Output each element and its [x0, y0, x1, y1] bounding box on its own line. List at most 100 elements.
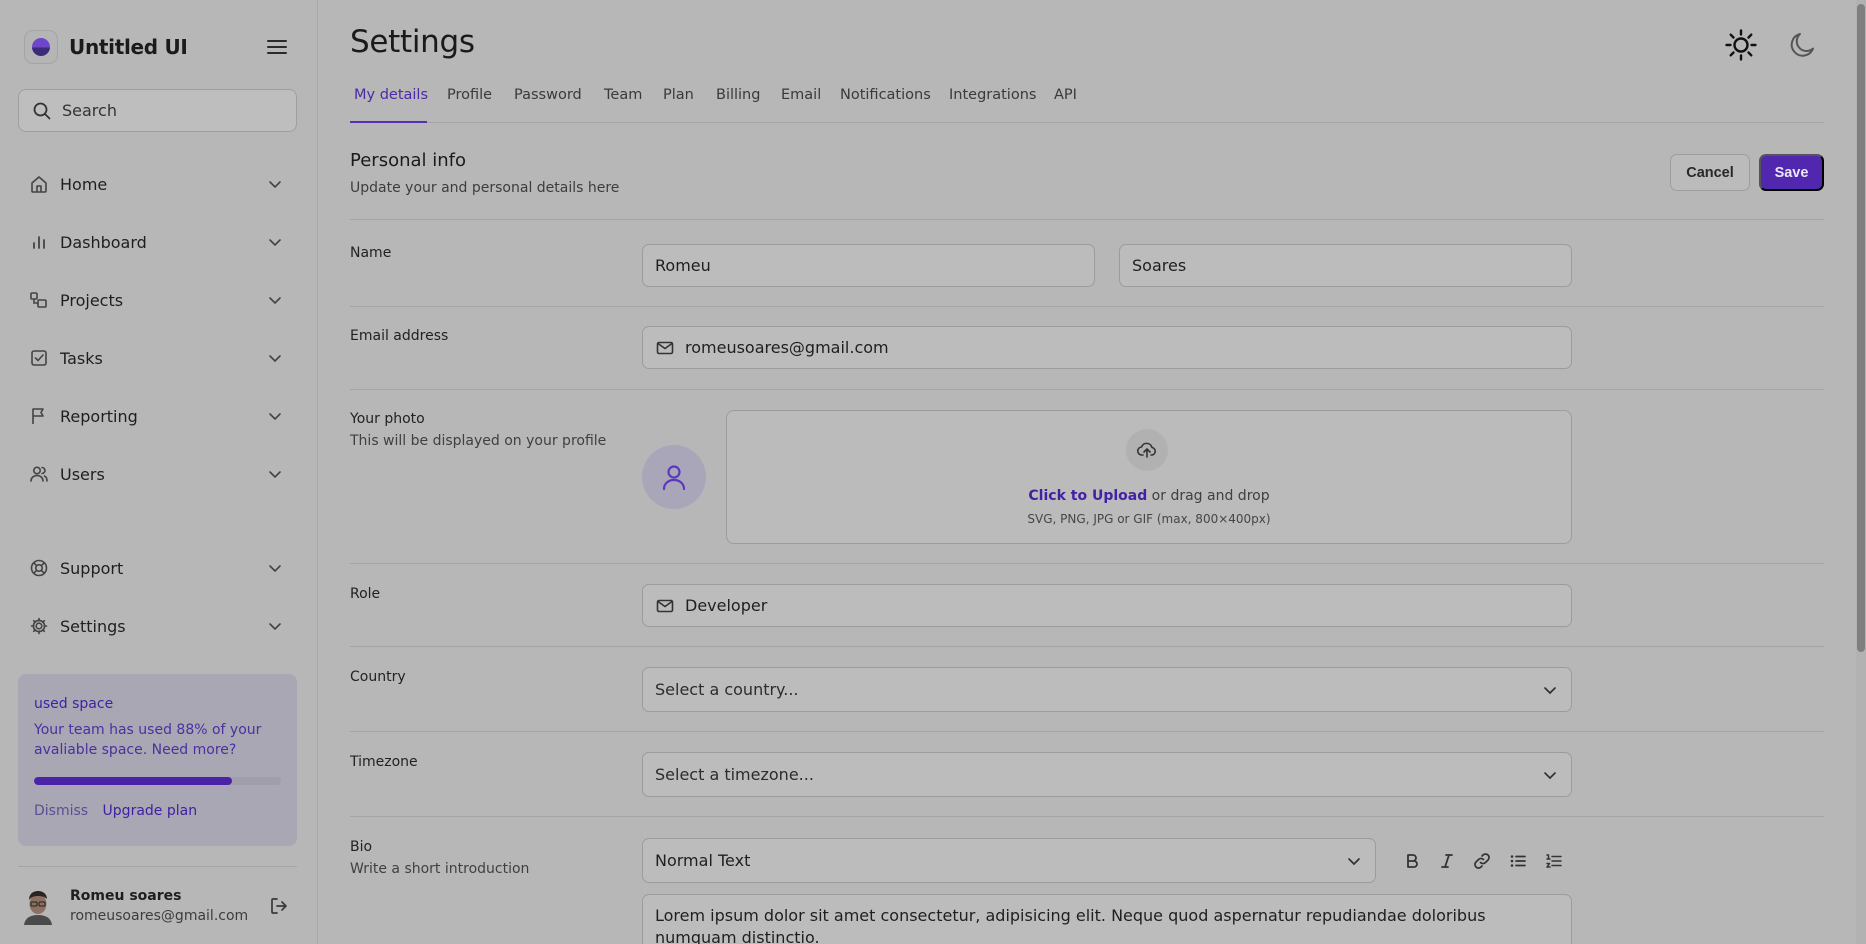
link-icon[interactable] — [1472, 851, 1492, 871]
sidebar-item-home[interactable]: Home — [0, 162, 318, 206]
sidebar-item-reporting[interactable]: Reporting — [0, 394, 318, 438]
divider — [350, 646, 1824, 647]
tab-integrations[interactable]: Integrations — [949, 87, 1036, 103]
upload-hint: SVG, PNG, JPG or GIF (max, 800×400px) — [1027, 512, 1271, 526]
email-field[interactable]: romeusoares@gmail.com — [642, 326, 1572, 369]
sidebar-item-label: Projects — [60, 290, 124, 310]
settings-tabs: My details Profile Password Team Plan Bi… — [350, 85, 1824, 123]
chevron-down-icon — [269, 623, 281, 631]
divider — [350, 563, 1824, 564]
life-buoy-icon — [30, 559, 48, 577]
tab-profile[interactable]: Profile — [447, 87, 492, 103]
click-to-upload-link[interactable]: Click to Upload — [1028, 488, 1147, 504]
page-title: Settings — [350, 24, 475, 60]
country-select[interactable]: Select a country... — [642, 667, 1572, 712]
avatar[interactable] — [21, 887, 55, 925]
bio-textarea[interactable]: Lorem ipsum dolor sit amet consectetur, … — [642, 894, 1572, 944]
chevron-down-icon — [1348, 858, 1360, 866]
role-value: Developer — [685, 596, 768, 615]
search-input[interactable]: Search — [18, 89, 297, 132]
sidebar-item-users[interactable]: Users — [0, 452, 318, 496]
app-logo[interactable]: Untitled UI — [24, 30, 188, 64]
role-field[interactable]: Developer — [642, 584, 1572, 627]
usage-card-title: used space — [34, 696, 114, 712]
section-title: Personal info — [350, 150, 466, 171]
usage-card: used space Your team has used 88% of you… — [18, 674, 297, 846]
sidebar-item-label: Settings — [60, 616, 126, 636]
usage-progress-fill — [34, 777, 232, 785]
save-button[interactable]: Save — [1759, 154, 1824, 191]
sidebar: Untitled UI Search Home Dashboard Projec… — [0, 0, 318, 944]
bio-label: Bio — [350, 839, 373, 855]
search-placeholder: Search — [62, 101, 117, 120]
sidebar-item-tasks[interactable]: Tasks — [0, 336, 318, 380]
chevron-down-icon — [1544, 687, 1556, 695]
bio-sublabel: Write a short introduction — [350, 861, 530, 877]
divider — [350, 219, 1824, 220]
sidebar-item-label: Reporting — [60, 406, 138, 426]
user-icon — [662, 465, 686, 491]
sidebar-item-dashboard[interactable]: Dashboard — [0, 220, 318, 264]
divider — [350, 306, 1824, 307]
timezone-placeholder: Select a timezone... — [655, 765, 814, 784]
sidebar-item-label: Users — [60, 464, 105, 484]
italic-icon[interactable] — [1437, 851, 1457, 871]
role-label: Role — [350, 586, 381, 602]
search-icon — [33, 102, 51, 119]
main-content: Settings My details Profile Password Tea… — [350, 0, 1824, 944]
divider — [18, 866, 297, 867]
tab-my-details[interactable]: My details — [354, 87, 428, 103]
sidebar-item-label: Support — [60, 558, 124, 578]
chevron-down-icon — [269, 297, 281, 305]
scrollbar-thumb[interactable] — [1857, 4, 1865, 652]
photo-sublabel: This will be displayed on your profile — [350, 433, 607, 449]
cancel-button[interactable]: Cancel — [1670, 154, 1750, 191]
timezone-select[interactable]: Select a timezone... — [642, 752, 1572, 797]
tab-team[interactable]: Team — [604, 87, 642, 103]
tab-billing[interactable]: Billing — [716, 87, 760, 103]
sidebar-item-support[interactable]: Support — [0, 546, 318, 590]
app-name: Untitled UI — [69, 35, 188, 59]
sidebar-item-label: Home — [60, 174, 108, 194]
bullet-list-icon[interactable] — [1508, 851, 1528, 871]
chevron-down-icon — [1544, 772, 1556, 780]
dismiss-link[interactable]: Dismiss — [34, 803, 88, 819]
bold-icon[interactable] — [1402, 851, 1422, 871]
user-email: romeusoares@gmail.com — [70, 908, 249, 924]
chevron-down-icon — [269, 471, 281, 479]
sun-icon[interactable] — [1724, 28, 1758, 62]
last-name-field[interactable]: Soares — [1119, 244, 1572, 287]
country-placeholder: Select a country... — [655, 680, 799, 699]
country-label: Country — [350, 669, 406, 685]
email-label: Email address — [350, 328, 449, 344]
logout-icon[interactable] — [268, 895, 290, 917]
mail-icon — [655, 338, 675, 358]
sidebar-item-projects[interactable]: Projects — [0, 278, 318, 322]
hamburger-menu-icon[interactable] — [264, 34, 290, 60]
tab-email[interactable]: Email — [781, 87, 821, 103]
upgrade-plan-link[interactable]: Upgrade plan — [103, 803, 198, 819]
mail-icon — [655, 596, 675, 616]
chevron-down-icon — [269, 181, 281, 189]
users-icon — [30, 466, 48, 482]
upload-cloud-icon — [1126, 429, 1168, 471]
upload-dropzone[interactable]: Click to Upload or drag and drop SVG, PN… — [726, 410, 1572, 544]
name-label: Name — [350, 245, 392, 261]
tab-password[interactable]: Password — [514, 87, 582, 103]
sidebar-item-label: Tasks — [60, 348, 103, 368]
divider — [350, 731, 1824, 732]
usage-card-text: Your team has used 88% of your avaliable… — [34, 722, 262, 758]
flag-icon — [32, 408, 44, 424]
first-name-field[interactable]: Romeu — [642, 244, 1095, 287]
chevron-down-icon — [269, 239, 281, 247]
tab-notifications[interactable]: Notifications — [840, 87, 931, 103]
sidebar-item-settings[interactable]: Settings — [0, 604, 318, 648]
sidebar-item-label: Dashboard — [60, 232, 147, 252]
home-icon — [31, 176, 47, 193]
text-format-select[interactable]: Normal Text — [642, 838, 1376, 883]
moon-icon[interactable] — [1788, 30, 1818, 60]
tab-plan[interactable]: Plan — [663, 87, 694, 103]
numbered-list-icon[interactable] — [1544, 851, 1564, 871]
logo-icon — [24, 30, 58, 64]
tab-api[interactable]: API — [1054, 87, 1077, 103]
